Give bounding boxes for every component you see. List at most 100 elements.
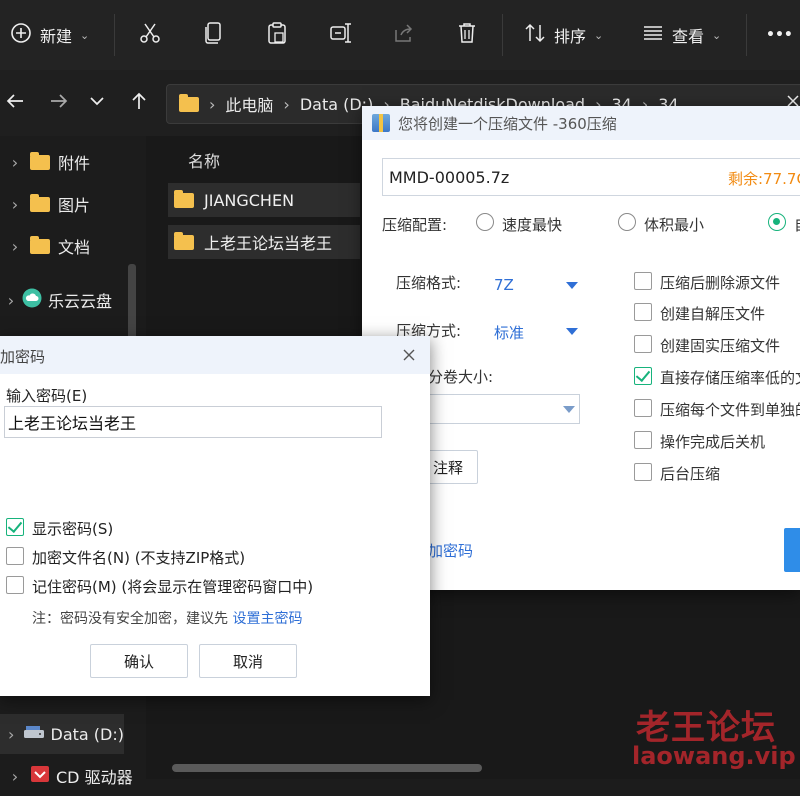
config-fastest-radio[interactable] <box>476 213 494 231</box>
sidebar-item-label: 图片 <box>58 196 91 215</box>
delete-button[interactable] <box>456 18 478 52</box>
option-checkbox-5[interactable] <box>634 431 652 449</box>
sidebar-item-data-drive[interactable]: › Data (D:) <box>0 714 124 754</box>
sidebar-item-pictures[interactable]: › 图片 <box>0 184 146 224</box>
show-password-label[interactable]: 显示密码(S) <box>32 518 113 539</box>
close-icon[interactable] <box>402 348 416 366</box>
view-label: 查看 <box>672 27 705 46</box>
archive-filename: MMD-00005.7z <box>389 167 510 187</box>
add-password-dialog: 添加密码 输入密码(E) 上老王论坛当老王 显示密码(S) 加密文件名(N) (… <box>0 336 430 696</box>
compress-dialog-titlebar[interactable]: 您将创建一个压缩文件 -360压缩 <box>362 106 800 140</box>
more-options-button[interactable]: ••• <box>766 18 793 52</box>
paste-button[interactable] <box>266 18 288 52</box>
config-label: 压缩配置: <box>382 216 448 234</box>
encrypt-filenames-label[interactable]: 加密文件名(N) (不支持ZIP格式) <box>32 547 245 568</box>
format-dropdown-caret-icon[interactable] <box>566 282 578 289</box>
sidebar-item-documents[interactable]: › 文档 <box>0 226 146 266</box>
option-label-1[interactable]: 创建自解压文件 <box>660 303 765 324</box>
config-custom-radio[interactable] <box>768 213 786 231</box>
scissors-icon <box>138 21 162 49</box>
format-select-value[interactable]: 7Z <box>494 276 514 294</box>
folder-icon <box>30 235 50 254</box>
sidebar-item-leyun[interactable]: › 乐云云盘 <box>0 280 146 320</box>
file-row[interactable]: JIANGCHEN <box>168 183 360 217</box>
expand-chevron-icon[interactable]: › <box>0 195 30 214</box>
expand-chevron-icon[interactable]: › <box>0 291 22 310</box>
sort-button[interactable]: 排序 ⌄ <box>524 18 603 52</box>
set-master-password-link[interactable]: 设置主密码 <box>232 611 302 627</box>
sidebar-item-attachments[interactable]: › 附件 <box>0 142 146 182</box>
file-name: JIANGCHEN <box>204 190 295 210</box>
chevron-down-icon: ⌄ <box>594 28 604 42</box>
column-header-name[interactable]: 名称 <box>188 148 220 172</box>
folder-icon <box>174 231 194 250</box>
expand-chevron-icon[interactable]: › <box>0 767 30 786</box>
config-smallest-radio[interactable] <box>618 213 636 231</box>
method-dropdown-caret-icon[interactable] <box>566 328 578 335</box>
add-password-link[interactable]: 加密码 <box>428 540 473 561</box>
config-smallest-label[interactable]: 体积最小 <box>644 214 704 235</box>
config-fastest-label[interactable]: 速度最快 <box>502 214 562 235</box>
sort-icon <box>524 22 546 48</box>
breadcrumb-chevron-icon: › <box>283 94 290 114</box>
remember-password-label[interactable]: 记住密码(M) (将会显示在管理密码窗口中) <box>32 576 313 597</box>
option-label-5[interactable]: 操作完成后关机 <box>660 431 765 452</box>
cancel-button-label: 取消 <box>232 652 263 671</box>
new-button[interactable]: 新建 ⌄ <box>10 18 89 52</box>
toolbar-divider <box>746 14 747 56</box>
cut-button[interactable] <box>138 18 162 52</box>
breadcrumb-chevron-icon: › <box>209 94 216 114</box>
recent-locations-chevron-icon[interactable] <box>88 92 106 114</box>
share-button[interactable] <box>393 18 415 52</box>
password-input[interactable]: 上老王论坛当老王 <box>4 406 382 438</box>
option-checkbox-6[interactable] <box>634 463 652 481</box>
option-checkbox-4[interactable] <box>634 399 652 417</box>
view-button[interactable]: 查看 ⌄ <box>642 18 721 52</box>
sidebar-item-label: CD 驱动器 <box>56 768 133 787</box>
option-label-0[interactable]: 压缩后删除源文件 <box>660 272 780 293</box>
chevron-down-icon: ⌄ <box>80 28 90 42</box>
forward-arrow-icon[interactable] <box>48 90 70 116</box>
split-dropdown-caret-icon[interactable] <box>563 406 575 413</box>
method-select-value[interactable]: 标准 <box>494 322 524 343</box>
option-label-6[interactable]: 后台压缩 <box>660 463 720 484</box>
file-row[interactable]: 上老王论坛当老王 <box>168 225 360 259</box>
plus-circle-icon <box>10 22 32 48</box>
config-custom-label[interactable]: 自 <box>794 214 800 235</box>
compress-dialog-title: 您将创建一个压缩文件 -360压缩 <box>398 114 617 133</box>
expand-chevron-icon[interactable]: › <box>0 237 30 256</box>
option-checkbox-0[interactable] <box>634 272 652 290</box>
security-note-text: 注：密码没有安全加密，建议先 <box>32 611 228 627</box>
sidebar-item-label: Data (D:) <box>50 724 124 744</box>
more-label: ••• <box>766 27 793 43</box>
encrypt-filenames-checkbox[interactable] <box>6 547 24 565</box>
folder-icon <box>30 193 50 212</box>
ok-button[interactable]: 确认 <box>90 644 188 678</box>
split-size-select[interactable] <box>422 394 580 424</box>
start-compress-button[interactable] <box>784 528 800 572</box>
option-label-4[interactable]: 压缩每个文件到单独的 <box>660 399 800 420</box>
option-checkbox-2[interactable] <box>634 335 652 353</box>
horizontal-scrollbar[interactable] <box>172 764 482 772</box>
option-checkbox-3[interactable] <box>634 367 652 385</box>
cd-drive-icon <box>30 765 50 787</box>
rename-button[interactable] <box>329 18 353 52</box>
show-password-checkbox[interactable] <box>6 518 24 536</box>
expand-chevron-icon[interactable]: › <box>0 153 30 172</box>
back-arrow-icon[interactable] <box>4 90 26 116</box>
option-label-2[interactable]: 创建固实压缩文件 <box>660 335 780 356</box>
option-checkbox-1[interactable] <box>634 303 652 321</box>
cancel-button[interactable]: 取消 <box>199 644 297 678</box>
breadcrumb-this-pc[interactable]: 此电脑 <box>225 92 273 116</box>
copy-button[interactable] <box>203 18 225 52</box>
sidebar-item-cd-drive[interactable]: › CD 驱动器 <box>0 756 146 796</box>
split-size-label: 分卷大小: <box>428 368 494 386</box>
expand-chevron-icon[interactable]: › <box>0 725 23 744</box>
up-arrow-icon[interactable] <box>128 90 150 116</box>
option-label-3[interactable]: 直接存储压缩率低的文 <box>660 367 800 388</box>
remember-password-checkbox[interactable] <box>6 576 24 594</box>
cloud-icon <box>22 288 42 312</box>
toolbar-divider <box>502 14 503 56</box>
password-dialog-titlebar[interactable]: 添加密码 <box>0 336 430 374</box>
watermark-url: laowang.vip <box>632 742 796 770</box>
